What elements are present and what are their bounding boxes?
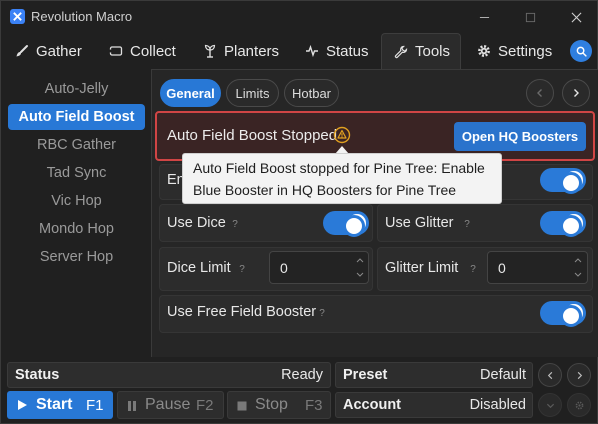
start-label: Start bbox=[36, 396, 73, 413]
close-button[interactable] bbox=[553, 1, 598, 33]
subtab-general[interactable]: General bbox=[160, 79, 221, 107]
help-icon[interactable]: ? bbox=[228, 217, 242, 231]
status-value: Ready bbox=[281, 367, 323, 383]
warning-tooltip: Auto Field Boost stopped for Pine Tree: … bbox=[182, 153, 502, 204]
sidebar-item-rbc-gather[interactable]: RBC Gather bbox=[8, 132, 145, 158]
sidebar-item-tad-sync[interactable]: Tad Sync bbox=[8, 160, 145, 186]
next-page-button[interactable] bbox=[562, 79, 590, 107]
sidebar-item-server-hop[interactable]: Server Hop bbox=[8, 244, 145, 270]
chevron-left-icon bbox=[537, 89, 542, 97]
use-glitter-toggle[interactable] bbox=[540, 211, 586, 237]
play-icon bbox=[18, 400, 27, 410]
warning-icon[interactable] bbox=[333, 126, 351, 144]
pause-icon bbox=[128, 401, 136, 411]
stop-button[interactable]: Stop F3 bbox=[227, 391, 331, 419]
sidebar-item-mondo-hop[interactable]: Mondo Hop bbox=[8, 216, 145, 242]
tooltip-line-2: Blue Booster in HQ Boosters for Pine Tre… bbox=[193, 182, 457, 198]
pulse-icon bbox=[306, 44, 318, 58]
glitter-limit-label: Glitter Limit bbox=[385, 260, 459, 276]
gear-icon bbox=[478, 45, 490, 57]
stop-icon bbox=[237, 401, 247, 411]
sidebar-item-vic-hop[interactable]: Vic Hop bbox=[8, 188, 145, 214]
status-banner-text: Auto Field Boost Stopped bbox=[167, 127, 338, 144]
ticket-icon bbox=[109, 46, 123, 56]
tab-label: Settings bbox=[498, 42, 553, 60]
account-value[interactable]: Disabled bbox=[421, 397, 526, 413]
stop-hotkey: F3 bbox=[305, 397, 323, 414]
chevron-down-icon bbox=[574, 272, 582, 277]
use-glitter-label: Use Glitter bbox=[385, 215, 454, 231]
dice-limit-increment[interactable] bbox=[353, 253, 367, 267]
chevron-down-icon bbox=[546, 403, 554, 408]
main-tab-bar: Gather Collect Planters Status Tools Set… bbox=[1, 33, 598, 69]
tab-status[interactable]: Status bbox=[293, 33, 377, 69]
preset-value[interactable]: Default bbox=[421, 367, 526, 383]
title-bar: Revolution Macro bbox=[1, 1, 598, 33]
preset-prev-button[interactable] bbox=[538, 363, 562, 387]
use-free-field-booster-label: Use Free Field Booster bbox=[167, 304, 317, 320]
help-icon[interactable]: ? bbox=[466, 262, 480, 276]
stop-label: Stop bbox=[255, 396, 288, 413]
brush-icon bbox=[16, 45, 28, 57]
tooltip-line-1: Auto Field Boost stopped for Pine Tree: … bbox=[193, 160, 485, 176]
preset-label: Preset bbox=[343, 367, 388, 383]
subtab-limits[interactable]: Limits bbox=[226, 79, 279, 107]
tab-label: Status bbox=[326, 42, 369, 60]
tools-sidebar: Auto-Jelly Auto Field Boost RBC Gather T… bbox=[1, 69, 151, 357]
window-title: Revolution Macro bbox=[31, 9, 133, 24]
pause-button[interactable]: Pause F2 bbox=[117, 391, 224, 419]
start-button[interactable]: Start F1 bbox=[7, 391, 113, 419]
help-icon[interactable]: ? bbox=[235, 262, 249, 276]
sprout-icon bbox=[204, 44, 216, 58]
chevron-up-icon bbox=[356, 258, 364, 263]
pause-label: Pause bbox=[145, 396, 191, 413]
chevron-up-icon bbox=[574, 258, 582, 263]
status-label: Status bbox=[15, 367, 60, 383]
subtab-hotbar[interactable]: Hotbar bbox=[284, 79, 339, 107]
tab-label: Collect bbox=[130, 42, 176, 60]
tab-collect[interactable]: Collect bbox=[97, 33, 189, 69]
sidebar-item-auto-jelly[interactable]: Auto-Jelly bbox=[8, 76, 145, 102]
prev-page-button[interactable] bbox=[526, 79, 554, 107]
dice-limit-label: Dice Limit bbox=[167, 260, 231, 276]
use-dice-label: Use Dice bbox=[167, 215, 226, 231]
maximize-button[interactable] bbox=[507, 1, 553, 33]
glitter-limit-decrement[interactable] bbox=[571, 268, 585, 282]
chevron-right-icon bbox=[574, 89, 579, 97]
sidebar-item-auto-field-boost[interactable]: Auto Field Boost bbox=[8, 104, 145, 130]
tab-label: Tools bbox=[415, 43, 451, 60]
account-label: Account bbox=[343, 397, 401, 413]
tab-tools[interactable]: Tools bbox=[381, 33, 461, 69]
enable-toggle[interactable] bbox=[540, 168, 586, 194]
account-dropdown-button[interactable] bbox=[538, 393, 562, 417]
wrench-icon bbox=[394, 45, 408, 58]
search-icon bbox=[576, 46, 587, 57]
search-button[interactable] bbox=[570, 40, 592, 62]
dice-limit-decrement[interactable] bbox=[353, 268, 367, 282]
account-settings-button[interactable] bbox=[567, 393, 591, 417]
tab-label: Planters bbox=[224, 42, 280, 60]
app-logo-icon bbox=[10, 9, 25, 24]
preset-next-button[interactable] bbox=[567, 363, 591, 387]
help-icon[interactable]: ? bbox=[460, 217, 474, 231]
tab-planters[interactable]: Planters bbox=[191, 33, 289, 69]
chevron-down-icon bbox=[356, 272, 364, 277]
gear-icon bbox=[575, 401, 583, 409]
pause-hotkey: F2 bbox=[196, 397, 214, 414]
use-dice-toggle[interactable] bbox=[323, 211, 369, 237]
app-window: Revolution Macro Gather Collect Planters… bbox=[0, 0, 598, 424]
use-free-field-booster-toggle[interactable] bbox=[540, 301, 586, 327]
chevron-left-icon bbox=[547, 371, 552, 379]
tab-label: Gather bbox=[36, 42, 82, 60]
tab-gather[interactable]: Gather bbox=[3, 33, 95, 69]
help-icon[interactable]: ? bbox=[315, 306, 329, 320]
start-hotkey: F1 bbox=[86, 397, 104, 414]
tab-settings[interactable]: Settings bbox=[465, 33, 563, 69]
glitter-limit-increment[interactable] bbox=[571, 253, 585, 267]
open-hq-boosters-button[interactable]: Open HQ Boosters bbox=[454, 122, 586, 151]
minimize-button[interactable] bbox=[461, 1, 507, 33]
chevron-right-icon bbox=[577, 371, 582, 379]
